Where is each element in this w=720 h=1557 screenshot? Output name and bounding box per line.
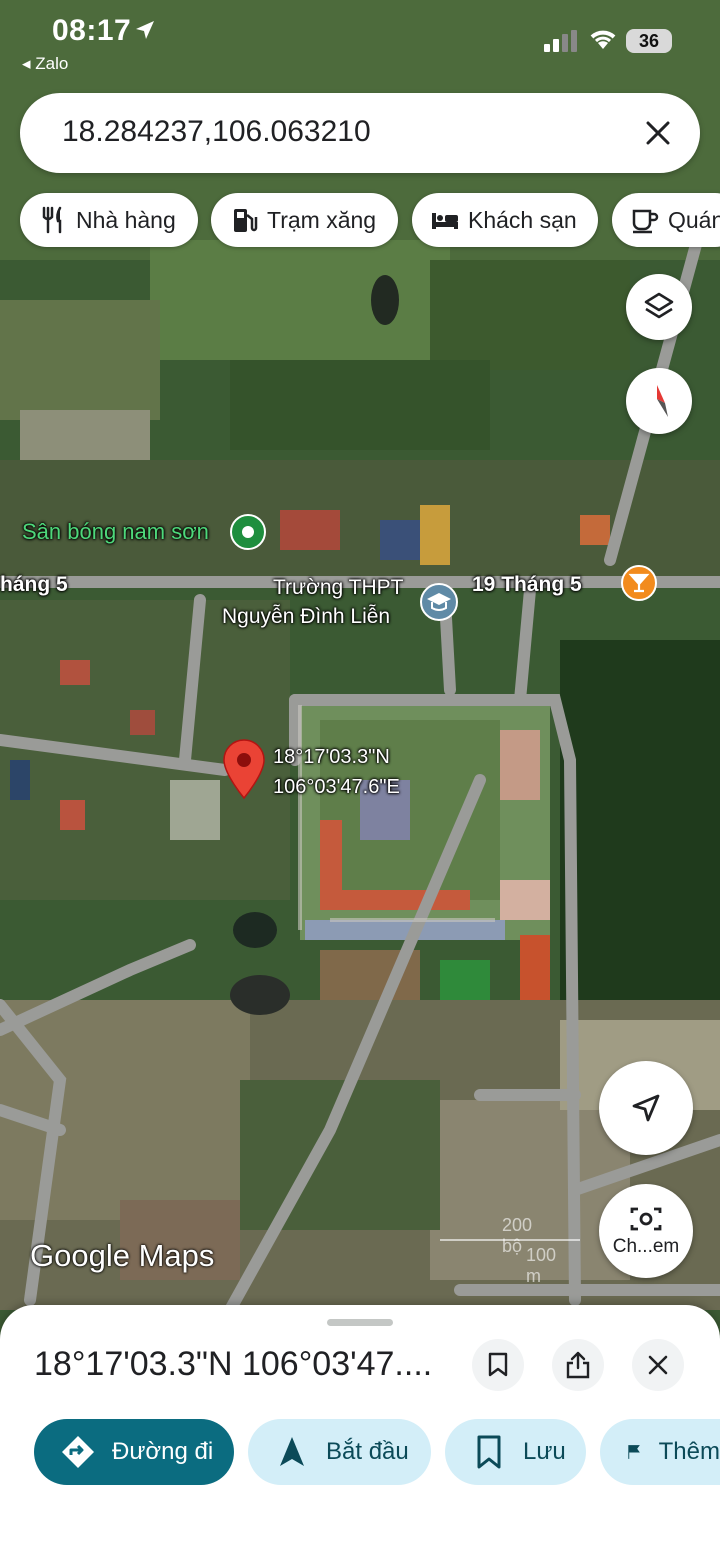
- battery-indicator: 36: [626, 29, 672, 53]
- compass-needle-icon: [657, 385, 668, 417]
- navigation-arrow-icon: [280, 1437, 304, 1466]
- school-label-line2[interactable]: Nguyễn Đình Liễn: [222, 605, 390, 629]
- flag-icon: [628, 1445, 640, 1459]
- chip-cafes[interactable]: Quán: [612, 193, 720, 247]
- lens-button[interactable]: Ch...em: [599, 1184, 693, 1278]
- save-button[interactable]: [472, 1339, 524, 1391]
- place-label-stadium[interactable]: Sân bóng nam sơn: [22, 519, 209, 545]
- dropped-pin-icon[interactable]: [222, 738, 266, 800]
- category-chips: Nhà hàng Trạm xăng Khách sạn Quán: [0, 193, 720, 249]
- street-label-right: 19 Tháng 5: [472, 573, 582, 596]
- pin-latitude-label: 18°17'03.3"N: [273, 746, 390, 768]
- chip-hotels[interactable]: Khách sạn: [412, 193, 598, 247]
- action-label: Bắt đầu: [326, 1438, 409, 1465]
- action-label: Đường đi: [112, 1438, 214, 1465]
- chip-label: Quán: [668, 206, 720, 233]
- directions-button[interactable]: Đường đi: [34, 1419, 234, 1485]
- compass-button[interactable]: [626, 368, 692, 434]
- scale-label-m: 100 m: [526, 1245, 557, 1286]
- chip-label: Khách sạn: [468, 206, 577, 233]
- bookmark-icon: [488, 1352, 508, 1377]
- chip-restaurants[interactable]: Nhà hàng: [20, 193, 198, 247]
- coffee-cup-icon: [632, 209, 659, 234]
- place-title: 18°17'03.3"N 106°03'47....: [34, 1345, 433, 1383]
- search-query[interactable]: 18.284237,106.063210: [62, 115, 371, 149]
- start-navigation-button[interactable]: Bắt đầu: [248, 1419, 431, 1485]
- chip-label: Trạm xăng: [267, 206, 377, 233]
- fork-knife-icon: [42, 206, 62, 234]
- directions-icon: [62, 1436, 94, 1468]
- location-arrow-icon: [136, 21, 154, 39]
- school-marker-icon[interactable]: [419, 582, 459, 622]
- school-label-line1[interactable]: Trường THPT: [273, 576, 404, 600]
- share-button[interactable]: [552, 1339, 604, 1391]
- sheet-drag-handle[interactable]: [327, 1319, 393, 1326]
- navigation-arrow-icon: [632, 1094, 660, 1122]
- close-sheet-button[interactable]: [632, 1339, 684, 1391]
- action-label: Lưu: [523, 1438, 566, 1465]
- stadium-marker-icon[interactable]: [229, 513, 267, 551]
- cellular-signal-icon: [544, 30, 577, 52]
- camera-lens-icon: [630, 1207, 662, 1231]
- close-icon: [648, 1355, 668, 1375]
- add-label-button[interactable]: Thêm: [600, 1419, 720, 1485]
- back-to-app[interactable]: ◂ Zalo: [22, 54, 68, 74]
- wifi-icon: [590, 30, 616, 49]
- clock: 08:17: [52, 14, 132, 47]
- layers-button[interactable]: [626, 274, 692, 340]
- bar-marker-icon[interactable]: [620, 564, 658, 602]
- place-bottom-sheet[interactable]: 18°17'03.3"N 106°03'47.... Đường đi Bắt …: [0, 1305, 720, 1557]
- my-location-button[interactable]: [599, 1061, 693, 1155]
- lens-label: Ch...em: [612, 1236, 680, 1257]
- chip-gas-stations[interactable]: Trạm xăng: [211, 193, 398, 247]
- bookmark-icon: [477, 1435, 501, 1469]
- bed-icon: [432, 213, 458, 229]
- pin-longitude-label: 106°03'47.6"E: [273, 776, 400, 798]
- chip-label: Nhà hàng: [76, 206, 176, 233]
- layers-icon: [644, 292, 674, 319]
- status-bar: 08:17 ◂ Zalo 36: [0, 0, 720, 80]
- google-maps-watermark: Google Maps: [30, 1238, 215, 1273]
- action-label: Thêm: [658, 1438, 720, 1465]
- search-bar[interactable]: 18.284237,106.063210: [20, 93, 700, 173]
- street-label-left: háng 5: [0, 573, 68, 596]
- clear-search-icon[interactable]: [642, 117, 674, 149]
- gas-station-icon: [234, 209, 258, 232]
- share-icon: [566, 1351, 590, 1379]
- save-place-button[interactable]: Lưu: [445, 1419, 586, 1485]
